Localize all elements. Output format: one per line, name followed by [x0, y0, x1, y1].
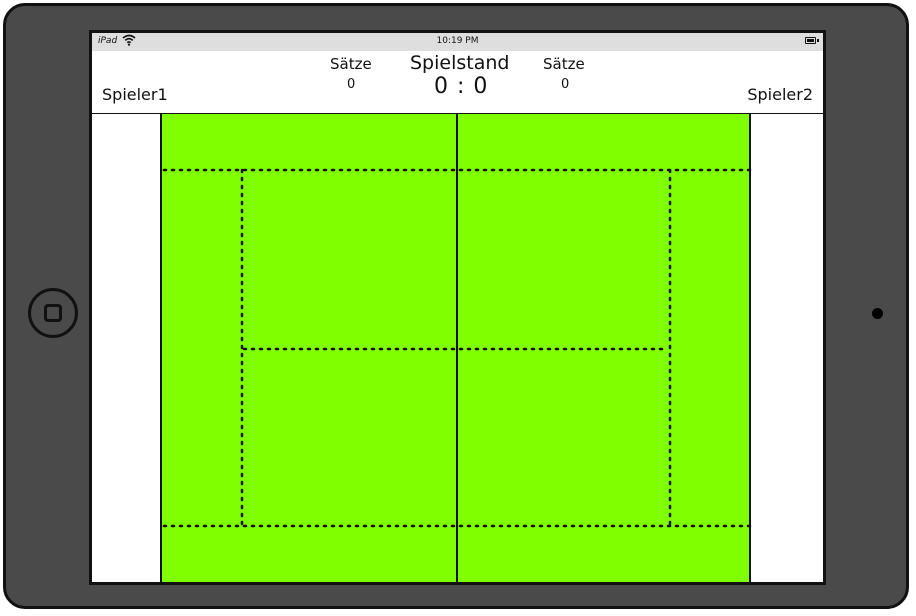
- score-value: 0 : 0: [434, 74, 489, 99]
- battery-icon: [805, 37, 819, 44]
- home-button-icon: [44, 304, 62, 322]
- home-button[interactable]: [28, 288, 78, 338]
- status-bar: iPad 10:19 PM: [92, 33, 823, 51]
- player2-name: Spieler2: [747, 85, 813, 104]
- sets-right-label: Sätze: [543, 55, 585, 73]
- camera-icon: [872, 308, 883, 319]
- sets-right-value: 0: [561, 77, 570, 92]
- score-title: Spielstand: [410, 52, 510, 74]
- sets-left-label: Sätze: [330, 55, 372, 73]
- status-time: 10:19 PM: [436, 36, 479, 46]
- sets-left-value: 0: [347, 77, 356, 92]
- badminton-court[interactable]: [92, 114, 823, 585]
- player1-name: Spieler1: [102, 85, 168, 104]
- score-header: Spieler1 Sätze 0 Spielstand 0 : 0 Sätze …: [92, 51, 823, 114]
- screen: iPad 10:19 PM Spieler1 Sätze 0 Spielstan…: [89, 30, 826, 585]
